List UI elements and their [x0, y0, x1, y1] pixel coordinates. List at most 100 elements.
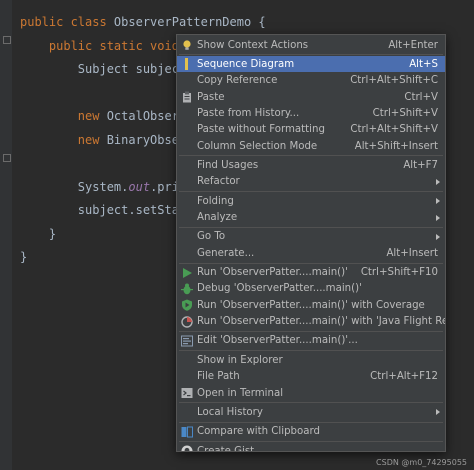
menu-item-go-to[interactable]: Go To: [177, 229, 445, 245]
menu-item-local-history[interactable]: Local History: [177, 404, 445, 420]
submenu-arrow-icon: [436, 233, 440, 240]
menu-item-label: Run 'ObserverPatter....main()' with 'Jav…: [197, 316, 445, 328]
menu-item-shortcut: Ctrl+Alt+Shift+V: [350, 124, 438, 136]
menu-item-edit-observerpatter-main[interactable]: Edit 'ObserverPatter....main()'...: [177, 333, 445, 349]
menu-item-label: Open in Terminal: [197, 387, 284, 399]
menu-item-run-observerpatter-main-with-coverage[interactable]: Run 'ObserverPatter....main()' with Cove…: [177, 297, 445, 313]
menu-separator: [179, 191, 443, 193]
code-token: new: [20, 109, 107, 123]
menu-separator: [179, 330, 443, 332]
menu-item-label: Copy Reference: [197, 75, 278, 87]
menu-separator: [179, 402, 443, 404]
code-token: }: [20, 250, 28, 264]
menu-item-label: Debug 'ObserverPatter....main()': [197, 283, 362, 295]
menu-item-label: Edit 'ObserverPatter....main()'...: [197, 335, 358, 347]
menu-item-paste-from-history[interactable]: Paste from History... Ctrl+Shift+V: [177, 105, 445, 121]
menu-item-folding[interactable]: Folding: [177, 193, 445, 209]
menu-item-label: File Path: [197, 371, 240, 383]
menu-item-label: Generate...: [197, 247, 255, 259]
menu-item-label: Paste: [197, 91, 225, 103]
menu-item-shortcut: Ctrl+Shift+F10: [360, 267, 438, 279]
menu-item-find-usages[interactable]: Find Usages Alt+F7: [177, 157, 445, 173]
menu-item-label: Go To: [197, 231, 226, 243]
menu-item-shortcut: Alt+Enter: [388, 39, 438, 51]
edit-config-icon: [181, 335, 193, 347]
submenu-arrow-icon: [436, 178, 440, 185]
menu-item-shortcut: Alt+Insert: [386, 247, 438, 259]
menu-item-shortcut: Alt+F7: [403, 159, 438, 171]
menu-item-column-selection-mode[interactable]: Column Selection Mode Alt+Shift+Insert: [177, 138, 445, 154]
menu-item-create-gist[interactable]: Create Gist...: [177, 443, 445, 452]
menu-item-open-in-terminal[interactable]: Open in Terminal: [177, 385, 445, 401]
menu-item-label: Local History: [197, 406, 263, 418]
code-token: out: [128, 179, 151, 194]
debug-icon: [181, 283, 193, 295]
fold-marker-icon[interactable]: [3, 36, 11, 44]
menu-separator: [179, 441, 443, 443]
github-icon: [181, 445, 193, 451]
menu-item-label: Run 'ObserverPatter....main()' with Cove…: [197, 299, 425, 311]
menu-item-generate[interactable]: Generate... Alt+Insert: [177, 245, 445, 261]
watermark-text: CSDN @m0_74295055: [376, 458, 467, 467]
sequence-bar-icon: [181, 58, 193, 71]
clipboard-icon: [181, 91, 193, 103]
submenu-arrow-icon: [436, 214, 440, 221]
menu-separator: [179, 155, 443, 157]
menu-item-sequence-diagram[interactable]: Sequence Diagram Alt+S: [177, 56, 445, 73]
run-icon: [181, 267, 193, 279]
menu-item-label: Paste without Formatting: [197, 124, 325, 136]
menu-item-shortcut: Alt+Shift+Insert: [354, 140, 438, 152]
menu-item-run-observerpatter-main-with-java-flight-recorder[interactable]: Run 'ObserverPatter....main()' with 'Jav…: [177, 314, 445, 330]
menu-separator: [179, 262, 443, 264]
coverage-icon: [181, 299, 193, 312]
menu-item-label: Show Context Actions: [197, 39, 309, 51]
menu-item-paste[interactable]: Paste Ctrl+V: [177, 89, 445, 105]
menu-item-show-in-explorer[interactable]: Show in Explorer: [177, 352, 445, 368]
menu-separator: [179, 350, 443, 352]
code-line[interactable]: public class ObserverPatternDemo {: [20, 12, 338, 36]
menu-item-compare-with-clipboard[interactable]: Compare with Clipboard: [177, 424, 445, 440]
code-token: System.: [20, 179, 129, 194]
menu-item-run-observerpatter-main[interactable]: Run 'ObserverPatter....main()' Ctrl+Shift…: [177, 265, 445, 281]
menu-item-label: Sequence Diagram: [197, 58, 295, 70]
code-token: new: [20, 132, 107, 147]
menu-item-refactor[interactable]: Refactor: [177, 174, 445, 190]
menu-item-show-context-actions[interactable]: Show Context Actions Alt+Enter: [177, 37, 445, 53]
code-token: public static void: [20, 38, 187, 53]
menu-item-label: Folding: [197, 195, 234, 207]
menu-item-shortcut: Alt+S: [409, 58, 438, 70]
profiler-icon: [181, 315, 193, 328]
code-token: public class: [20, 15, 114, 29]
compare-icon: [181, 426, 193, 438]
editor-gutter: [0, 0, 12, 470]
menu-item-label: Analyze: [197, 212, 238, 223]
menu-item-label: Paste from History...: [197, 107, 300, 119]
bulb-icon: [181, 39, 193, 51]
context-menu: Show Context Actions Alt+Enter Sequence Di…: [176, 34, 446, 452]
menu-separator: [179, 421, 443, 423]
menu-item-label: Compare with Clipboard: [197, 426, 320, 438]
menu-item-shortcut: Ctrl+Alt+Shift+C: [350, 75, 438, 87]
menu-item-label: Refactor: [197, 176, 240, 188]
code-token: ObserverPatternDemo {: [113, 15, 266, 29]
menu-separator: [179, 226, 443, 228]
code-token: }: [20, 226, 57, 241]
menu-item-debug-observerpatter-main[interactable]: Debug 'ObserverPatter....main()': [177, 281, 445, 297]
menu-item-label: Create Gist...: [197, 445, 264, 452]
menu-item-shortcut: Ctrl+Alt+F12: [370, 371, 438, 383]
menu-separator: [179, 54, 443, 56]
menu-item-analyze[interactable]: Analyze: [177, 210, 445, 226]
menu-item-label: Show in Explorer: [197, 354, 283, 366]
menu-item-shortcut: Ctrl+Shift+V: [372, 107, 438, 119]
submenu-arrow-icon: [436, 198, 440, 205]
submenu-arrow-icon: [436, 409, 440, 416]
fold-marker-icon[interactable]: [3, 154, 11, 162]
code-token: subject.setState(: [20, 203, 201, 217]
menu-item-label: Find Usages: [197, 159, 259, 171]
menu-item-shortcut: Ctrl+V: [404, 91, 438, 103]
menu-item-copy-reference[interactable]: Copy Reference Ctrl+Alt+Shift+C: [177, 73, 445, 89]
menu-item-file-path[interactable]: File Path Ctrl+Alt+F12: [177, 369, 445, 385]
menu-item-label: Run 'ObserverPatter....main()': [197, 267, 348, 279]
menu-item-label: Column Selection Mode: [197, 140, 318, 152]
menu-item-paste-without-formatting[interactable]: Paste without Formatting Ctrl+Alt+Shift+V: [177, 122, 445, 138]
